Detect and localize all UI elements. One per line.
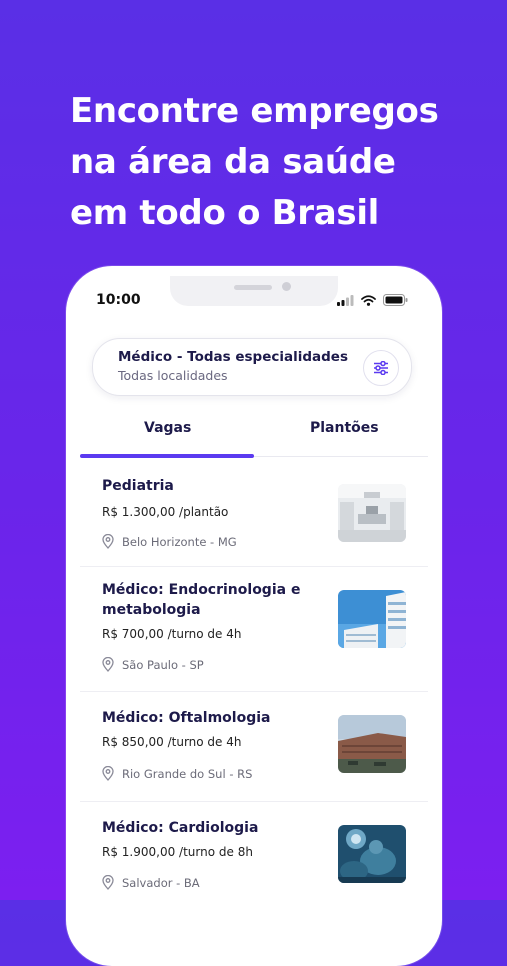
- phone-frame: 10:00 Médico - Todas especialidades Toda: [66, 266, 442, 966]
- hospital-building-photo: [338, 590, 406, 648]
- filter-icon: [374, 361, 388, 375]
- speaker: [234, 285, 272, 290]
- hospital-interior-photo: [338, 484, 406, 542]
- job-card[interactable]: Pediatria R$ 1.300,00 /plantão Belo Hori…: [80, 458, 428, 567]
- search-subtitle: Todas localidades: [118, 368, 228, 383]
- location-pin-icon: [102, 766, 114, 781]
- tab-plantoes[interactable]: Plantões: [310, 420, 379, 436]
- job-card[interactable]: Médico: Cardiologia R$ 1.900,00 /turno d…: [80, 801, 428, 911]
- job-card[interactable]: Médico: Endocrinologia e metabologia R$ …: [80, 566, 428, 692]
- wifi-icon: [361, 294, 376, 306]
- headline: Encontre empregos na área da saúde em to…: [70, 86, 490, 239]
- job-price: R$ 1.900,00 /turno de 8h: [102, 845, 253, 859]
- status-icons: [337, 294, 408, 306]
- location-pin-icon: [102, 657, 114, 672]
- hospital-exterior-photo: [338, 715, 406, 773]
- filter-button[interactable]: [363, 350, 399, 386]
- battery-icon: [383, 294, 408, 306]
- job-price: R$ 1.300,00 /plantão: [102, 505, 229, 519]
- job-price: R$ 850,00 /turno de 4h: [102, 735, 242, 749]
- job-location: Belo Horizonte - MG: [102, 534, 237, 549]
- phone-screen: 10:00 Médico - Todas especialidades Toda: [80, 276, 428, 956]
- job-location: São Paulo - SP: [102, 657, 204, 672]
- job-card[interactable]: Médico: Oftalmologia R$ 850,00 /turno de…: [80, 691, 428, 802]
- surgery-photo: [338, 825, 406, 883]
- job-location: Salvador - BA: [102, 875, 200, 890]
- job-location-text: São Paulo - SP: [122, 657, 204, 672]
- camera: [282, 282, 291, 291]
- job-price: R$ 700,00 /turno de 4h: [102, 627, 242, 641]
- headline-line-2: na área da saúde: [70, 142, 396, 182]
- tab-bar: Vagas Plantões: [80, 414, 428, 458]
- job-location: Rio Grande do Sul - RS: [102, 766, 252, 781]
- job-title: Médico: Endocrinologia e metabologia: [102, 582, 301, 618]
- job-location-text: Rio Grande do Sul - RS: [122, 766, 253, 781]
- phone-notch: [170, 276, 338, 306]
- signal-icon: [337, 294, 354, 306]
- location-pin-icon: [102, 875, 114, 890]
- headline-line-3: em todo o Brasil: [70, 193, 380, 233]
- job-location-text: Belo Horizonte - MG: [122, 534, 237, 549]
- job-title: Pediatria: [102, 478, 174, 494]
- headline-line-1: Encontre empregos: [70, 91, 439, 131]
- location-pin-icon: [102, 534, 114, 549]
- search-bar[interactable]: Médico - Todas especialidades Todas loca…: [92, 338, 412, 396]
- tab-vagas[interactable]: Vagas: [144, 420, 191, 436]
- job-title: Médico: Oftalmologia: [102, 710, 271, 726]
- search-title: Médico - Todas especialidades: [118, 349, 348, 365]
- status-time: 10:00: [96, 292, 141, 308]
- job-location-text: Salvador - BA: [122, 875, 200, 890]
- job-title: Médico: Cardiologia: [102, 820, 259, 836]
